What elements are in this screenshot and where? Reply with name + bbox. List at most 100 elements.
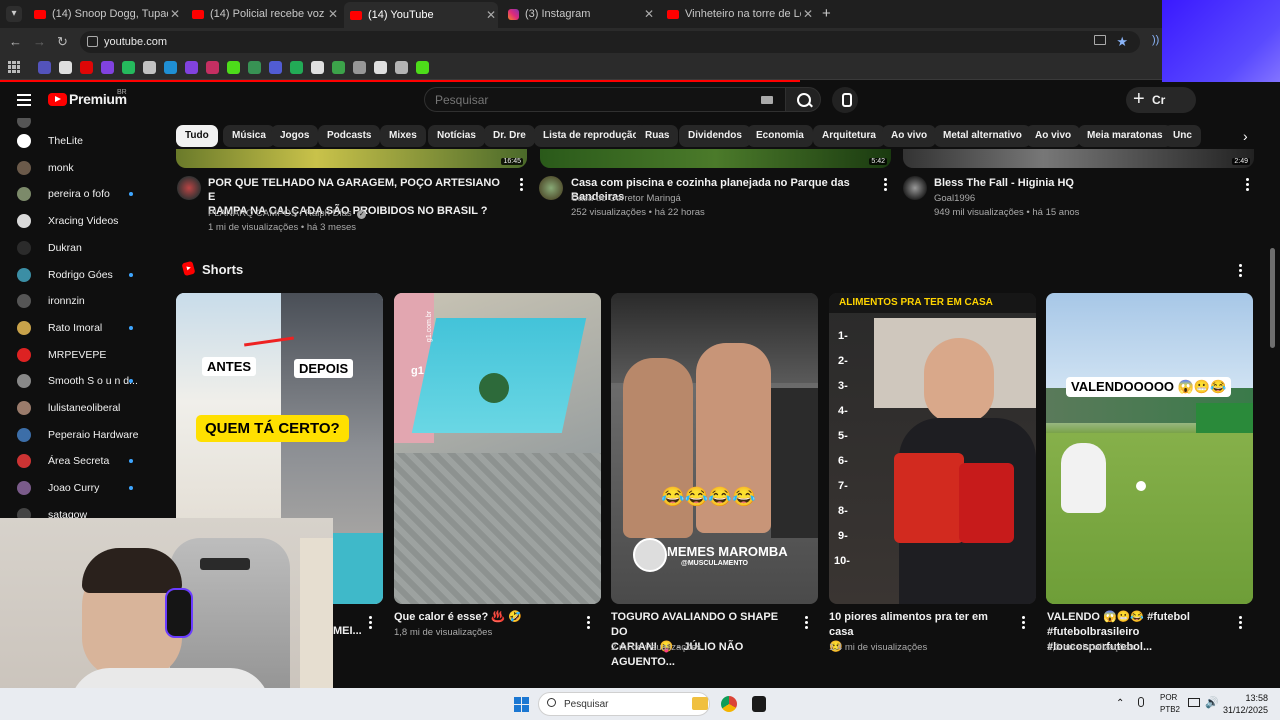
page-scrollbar[interactable] xyxy=(1270,248,1275,348)
search-box[interactable] xyxy=(424,87,786,112)
keyboard-layout-indicator[interactable]: PTB2 xyxy=(1160,705,1180,714)
close-tab-icon[interactable]: ✕ xyxy=(801,7,815,21)
sidebar-item-channel[interactable]: Rodrigo Góes xyxy=(0,262,160,288)
close-tab-icon[interactable]: ✕ xyxy=(484,8,498,22)
short-title[interactable]: MEI... xyxy=(333,624,363,639)
filter-chip[interactable]: Mixes xyxy=(380,125,426,147)
bookmark-favicon-icon[interactable] xyxy=(374,61,387,74)
bookmark-favicon-icon[interactable] xyxy=(38,61,51,74)
more-vert-icon[interactable] xyxy=(805,616,808,631)
short-thumbnail[interactable]: g1 g1.com.br xyxy=(394,293,601,604)
filter-chip[interactable]: Ruas xyxy=(636,125,679,147)
filter-chip[interactable]: Meia maratonas xyxy=(1078,125,1172,147)
close-tab-icon[interactable]: ✕ xyxy=(326,7,340,21)
video-thumbnail[interactable]: 5:42 xyxy=(540,149,891,168)
browser-tab[interactable]: (3) Instagram ✕ xyxy=(502,4,656,24)
bookmark-favicon-icon[interactable] xyxy=(353,61,366,74)
voice-search-icon[interactable] xyxy=(832,87,858,113)
clock-time[interactable]: 13:58 xyxy=(1245,693,1268,703)
filter-chip[interactable]: Notícias xyxy=(428,125,485,147)
bookmark-favicon-icon[interactable] xyxy=(395,61,408,74)
chevron-right-icon[interactable]: › xyxy=(1243,128,1248,144)
video-title[interactable]: Bless The Fall - Higinia HQ xyxy=(934,176,1234,190)
chrome-icon[interactable] xyxy=(721,696,737,712)
filter-chip[interactable]: Ao vivo xyxy=(882,125,937,147)
channel-avatar[interactable] xyxy=(539,176,563,200)
site-info-icon[interactable] xyxy=(87,36,98,47)
channel-avatar[interactable] xyxy=(903,176,927,200)
filter-chip[interactable]: Unc xyxy=(1164,125,1201,147)
more-vert-icon[interactable] xyxy=(369,616,372,631)
install-app-icon[interactable] xyxy=(1094,35,1106,45)
close-tab-icon[interactable]: ✕ xyxy=(168,7,182,21)
microphone-icon[interactable] xyxy=(1138,697,1144,707)
file-explorer-icon[interactable] xyxy=(692,697,708,710)
filter-chip[interactable]: Arquitetura xyxy=(813,125,885,147)
reload-icon[interactable]: ↻ xyxy=(57,34,68,50)
filter-chip[interactable]: Lista de reprodução xyxy=(534,125,648,147)
forward-icon[interactable]: → xyxy=(33,34,46,49)
video-thumbnail[interactable]: 2:49 xyxy=(903,149,1254,168)
more-vert-icon[interactable] xyxy=(1239,264,1242,279)
sidebar-item-channel[interactable]: lulistaneoliberal xyxy=(0,395,160,421)
back-icon[interactable]: ← xyxy=(9,34,22,49)
bookmark-favicon-icon[interactable] xyxy=(416,61,429,74)
short-thumbnail[interactable]: 😂😂😂😂 MEMES MAROMBA @MUSCULAMENTO xyxy=(611,293,818,604)
windows-start-icon[interactable] xyxy=(514,697,529,712)
more-vert-icon[interactable] xyxy=(587,616,590,631)
more-vert-icon[interactable] xyxy=(1246,178,1249,193)
sidebar-item-channel[interactable]: Dukran xyxy=(0,235,160,261)
short-thumbnail[interactable]: VALENDOOOOO 😱😬😂 xyxy=(1046,293,1253,604)
browser-tab-active[interactable]: (14) YouTube ✕ xyxy=(344,2,498,28)
bookmark-favicon-icon[interactable] xyxy=(101,61,114,74)
channel-name[interactable]: PLANARQ CAMPOS / Ralph Dias ✓ xyxy=(208,208,367,219)
filter-chip[interactable]: Dr. Dre xyxy=(484,125,535,147)
sidebar-item-channel[interactable]: pereira o fofo xyxy=(0,181,160,207)
apps-grid-icon[interactable] xyxy=(8,61,20,73)
channel-name[interactable]: Goal1996 xyxy=(934,193,975,204)
youtube-logo-icon[interactable] xyxy=(48,93,67,106)
filter-chip[interactable]: Tudo xyxy=(176,125,218,147)
language-indicator[interactable]: POR xyxy=(1160,693,1177,702)
sidebar-item-channel[interactable]: Área Secreta xyxy=(0,448,160,474)
bookmark-favicon-icon[interactable] xyxy=(290,61,303,74)
search-input[interactable] xyxy=(435,93,735,107)
network-icon[interactable] xyxy=(1188,698,1200,707)
filter-chip[interactable]: Podcasts xyxy=(318,125,381,147)
more-vert-icon[interactable] xyxy=(520,178,523,193)
filter-chip[interactable]: Ao vivo xyxy=(1026,125,1081,147)
new-tab-icon[interactable]: + xyxy=(822,5,831,22)
app-icon[interactable] xyxy=(752,696,766,712)
address-bar[interactable]: youtube.com ★ xyxy=(80,31,1140,53)
bookmark-favicon-icon[interactable] xyxy=(227,61,240,74)
bookmark-favicon-icon[interactable] xyxy=(269,61,282,74)
bookmark-favicon-icon[interactable] xyxy=(206,61,219,74)
sidebar-item-channel[interactable]: Peperaio Hardware xyxy=(0,422,160,448)
sidebar-item-channel[interactable]: ironnzin xyxy=(0,288,160,314)
chevron-up-icon[interactable]: ⌃ xyxy=(1116,698,1124,709)
bookmark-favicon-icon[interactable] xyxy=(80,61,93,74)
sidebar-item-channel[interactable]: Joao Curry xyxy=(0,475,160,501)
channel-name[interactable]: Casa do Corretor Maringá xyxy=(571,193,681,204)
bookmark-favicon-icon[interactable] xyxy=(164,61,177,74)
sidebar-item-channel[interactable]: Xracing Videos xyxy=(0,208,160,234)
tab-search-chevron-icon[interactable]: ▾ xyxy=(6,6,22,22)
more-vert-icon[interactable] xyxy=(1022,616,1025,631)
browser-tab[interactable]: (14) Policial recebe voz de prisã ✕ xyxy=(186,4,340,24)
short-thumbnail[interactable]: ALIMENTOS PRA TER EM CASA 1- 2- 3- 4- 5-… xyxy=(829,293,1036,604)
sidebar-item-channel[interactable]: TheLite xyxy=(0,128,160,154)
bookmark-favicon-icon[interactable] xyxy=(143,61,156,74)
filter-chip[interactable]: Metal alternativo xyxy=(934,125,1031,147)
short-title[interactable]: TOGURO AVALIANDO O SHAPE DO CARIANI 😝 - … xyxy=(611,610,791,670)
bookmark-favicon-icon[interactable] xyxy=(59,61,72,74)
filter-chip[interactable]: Música xyxy=(223,125,275,147)
more-vert-icon[interactable] xyxy=(1239,616,1242,631)
filter-chip[interactable]: Economia xyxy=(747,125,813,147)
more-vert-icon[interactable] xyxy=(884,178,887,193)
bookmark-star-icon[interactable]: ★ xyxy=(1116,34,1128,50)
close-tab-icon[interactable]: ✕ xyxy=(642,7,656,21)
clock-date[interactable]: 31/12/2025 xyxy=(1223,705,1268,715)
keyboard-icon[interactable] xyxy=(761,96,773,104)
search-button[interactable] xyxy=(785,87,821,112)
bookmark-favicon-icon[interactable] xyxy=(248,61,261,74)
